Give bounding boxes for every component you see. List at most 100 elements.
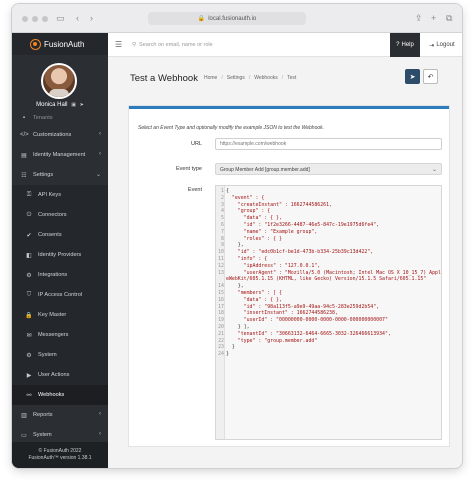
code-line: 21 "tenantId" : "30663132-6464-6665-3032…	[216, 331, 441, 338]
help-label: Help	[401, 42, 414, 48]
new-tab-icon[interactable]: +	[431, 13, 436, 23]
sidebar-item-label: Consents	[38, 232, 62, 238]
code-text: "type" : "group.member.add"	[226, 337, 318, 344]
share-icon[interactable]: ⇪	[415, 13, 423, 23]
code-text: },	[226, 283, 244, 290]
play-icon: ▶	[26, 372, 32, 379]
undo-arrow-icon: ↶	[427, 73, 434, 81]
line-number: 23	[218, 344, 224, 351]
line-number: 20	[218, 323, 224, 330]
sidebar-item-label: API Keys	[38, 192, 62, 198]
sidebar-item-identity-providers[interactable]: ◧ Identity Providers	[12, 245, 108, 265]
user-name-row: Monica Hall ▣ ➤	[12, 102, 108, 108]
line-number: 17	[218, 303, 224, 310]
avatar[interactable]	[41, 63, 77, 99]
line-number: 3	[221, 201, 224, 208]
sidebar-item-connectors[interactable]: ⏻ Connectors	[12, 205, 108, 225]
code-line: 10 "id" : "edc0b1cf-be1d-473b-b334-25b39…	[216, 249, 441, 256]
sidebar-item-system[interactable]: ⚙ System	[12, 345, 108, 365]
address-bar[interactable]: 🔒 local.fusionauth.io	[148, 12, 306, 25]
breadcrumb-home[interactable]: Home	[204, 75, 217, 81]
id-card-icon[interactable]: ▣	[71, 102, 76, 108]
code-text: "createInstant" : 1662744586261,	[226, 201, 332, 208]
url-label: URL	[190, 141, 202, 147]
line-number: 5	[221, 215, 224, 222]
event-type-value: Group Member Add [group.member.add]	[220, 167, 310, 173]
back-arrow-icon[interactable]: ‹	[76, 13, 79, 23]
sidebar-item-key-master[interactable]: 🔒 Key Master	[12, 305, 108, 325]
tab-overview-icon[interactable]: ⧉	[446, 13, 452, 23]
brand[interactable]: FusionAuth	[12, 33, 108, 55]
intro-text: Select an Event Type and optionally modi…	[138, 125, 325, 131]
code-line: 3 "createInstant" : 1662744586261,	[216, 202, 441, 209]
back-button[interactable]: ↶	[423, 69, 438, 84]
code-text: "event" : {	[226, 194, 265, 201]
close-window-dot[interactable]	[22, 16, 28, 22]
user-name: Monica Hall	[36, 102, 68, 108]
event-json-editor[interactable]: 1{2 "event" : {3 "createInstant" : 16627…	[215, 185, 442, 440]
line-number: 2	[221, 194, 224, 201]
code-line: 11 "info" : {	[216, 256, 441, 263]
code-line: 8 "roles" : { }	[216, 236, 441, 243]
zoom-window-dot[interactable]	[42, 16, 48, 22]
code-line: 14 },	[216, 283, 441, 290]
code-line: 24}	[216, 351, 441, 358]
breadcrumb-settings[interactable]: Settings	[227, 75, 245, 81]
sidebar-item-identity-management[interactable]: ▤ Identity Management ‹	[12, 145, 108, 165]
sidebar-item-integrations[interactable]: ⚙ Integrations	[12, 265, 108, 285]
line-number: 15	[218, 289, 224, 296]
send-button[interactable]: ➤	[405, 69, 420, 84]
line-number: 24	[218, 351, 224, 358]
code-text: }	[226, 344, 235, 351]
sidebar-item-reports[interactable]: ▥ Reports ‹	[12, 405, 108, 425]
sidebar-item-consents[interactable]: ✔ Consents	[12, 225, 108, 245]
url-field[interactable]	[215, 138, 442, 150]
code-line: 2 "event" : {	[216, 195, 441, 202]
event-label: Event	[187, 187, 202, 193]
code-text: } ],	[226, 323, 250, 330]
line-number: 18	[218, 310, 224, 317]
sidebar-item-api-keys[interactable]: ⚿ API Keys	[12, 185, 108, 205]
minimize-window-dot[interactable]	[32, 16, 38, 22]
fusionauth-logo-icon	[30, 38, 41, 50]
sidebar-item-label: Integrations	[38, 272, 68, 278]
code-line: 7 "name" : "Example group",	[216, 229, 441, 236]
help-button[interactable]: ? Help	[390, 33, 420, 57]
sidebar-item-customizations[interactable]: </> Customizations ‹	[12, 125, 108, 145]
lock-icon: 🔒	[197, 16, 206, 22]
breadcrumb: Home / Settings / Webhooks / Test	[204, 75, 297, 81]
tenants-icon: ▪	[22, 115, 26, 121]
event-type-select[interactable]: Group Member Add [group.member.add] ⌄	[215, 163, 442, 175]
code-text: "userAgent" : "Mozilla/5.0 (Macintosh; I…	[226, 269, 441, 283]
chat-icon: ✉	[26, 332, 32, 339]
code-text: "insertInstant" : 1662744586238,	[226, 310, 338, 317]
sidebar: FusionAuth Monica Hall ▣ ➤ ▪ Tenants </>…	[12, 33, 108, 468]
code-text: "members" : [ {	[226, 289, 282, 296]
menu-icon[interactable]: ☰	[115, 40, 122, 49]
sidebar-item-settings[interactable]: ☷ Settings ⌄	[12, 165, 108, 185]
paper-plane-icon: ➤	[409, 73, 416, 81]
search-input[interactable]: ⚲ Search on email, name or role	[132, 39, 312, 51]
code-text: }	[226, 351, 229, 358]
browser-window: ▭ ‹ › 🔒 local.fusionauth.io ⇪ + ⧉ Fusion…	[12, 4, 462, 468]
sidebar-item-webhooks[interactable]: ⚯ Webhooks	[12, 385, 108, 405]
sidebar-item-ip-access-control[interactable]: ⛉ IP Access Control	[12, 285, 108, 305]
sidebar-item-tenants[interactable]: ▪ Tenants	[12, 115, 108, 125]
code-text: "id" : "edc0b1cf-be1d-473b-b334-25b39c13…	[226, 249, 374, 256]
search-placeholder: Search on email, name or role	[139, 42, 213, 48]
sidebar-toggle-icon[interactable]: ▭	[56, 13, 65, 23]
logout-button[interactable]: ⇥ Logout	[422, 33, 462, 57]
breadcrumb-webhooks[interactable]: Webhooks	[254, 75, 278, 81]
code-text: "data" : { },	[226, 296, 282, 303]
line-number: 1	[221, 188, 224, 194]
sidebar-item-label: Tenants	[33, 115, 53, 121]
code-text: "ipAddress" : "127.0.0.1",	[226, 262, 321, 269]
location-arrow-icon[interactable]: ➤	[80, 102, 84, 108]
line-number: 4	[221, 208, 224, 215]
sidebar-item-messengers[interactable]: ✉ Messengers	[12, 325, 108, 345]
code-line: 5 "data" : { },	[216, 215, 441, 222]
sidebar-footer: © FusionAuth 2022 FusionAuth™ version 1.…	[12, 442, 108, 468]
sidebar-item-user-actions[interactable]: ▶ User Actions	[12, 365, 108, 385]
forward-arrow-icon[interactable]: ›	[90, 13, 93, 23]
chevron-down-icon: ⌄	[431, 167, 437, 173]
